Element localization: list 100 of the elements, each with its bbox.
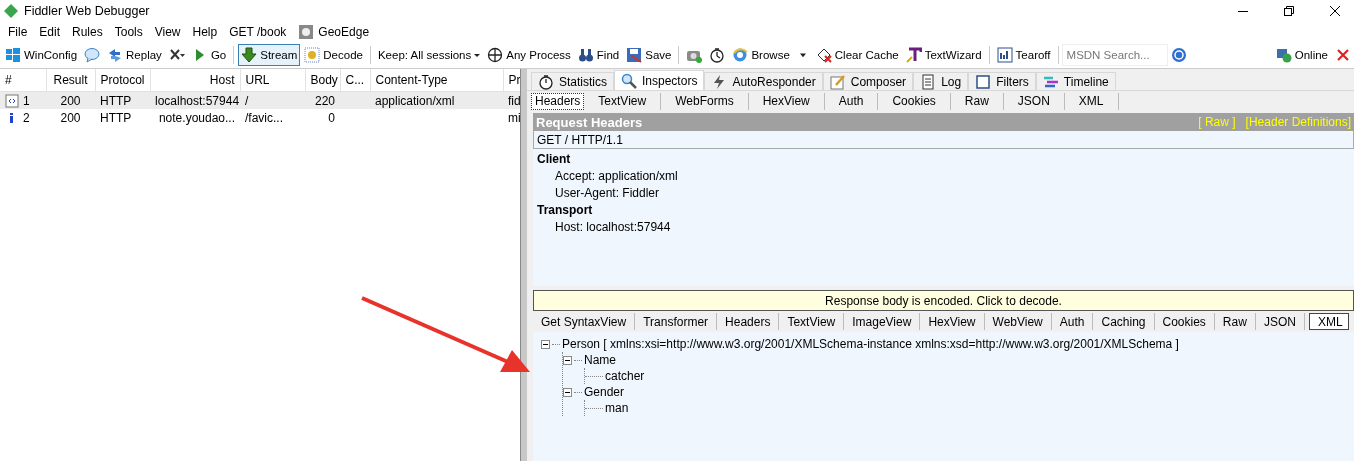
inspector-tab[interactable]: Cookies <box>1154 313 1215 330</box>
crosshair-icon <box>487 47 504 63</box>
xml-file-icon <box>5 93 19 108</box>
binoculars-icon <box>577 47 594 63</box>
inspector-tab[interactable]: Headers <box>531 92 585 110</box>
column-header[interactable]: Body <box>305 69 340 92</box>
down-arrow-icon <box>241 47 258 63</box>
inspector-tab[interactable]: XML <box>1064 92 1119 110</box>
inspector-tab[interactable]: ImageView <box>844 313 921 330</box>
inspector-tab[interactable]: Transformer <box>635 313 718 330</box>
header-value: Host: localhost:57944 <box>554 220 672 234</box>
table-cell: 0 <box>328 110 335 125</box>
tab[interactable]: Log <box>913 72 969 90</box>
column-header[interactable]: URL <box>240 69 305 92</box>
collapse-icon[interactable] <box>563 355 572 365</box>
toolbar-button[interactable]: Clear Cache <box>812 44 902 66</box>
session-row[interactable]: 1 200 HTTP localhost:57944 / 220 application/xml fid <box>0 91 520 109</box>
column-header[interactable]: Protocol <box>95 69 150 92</box>
inspector-tab[interactable]: Auth <box>824 92 879 110</box>
menu-item[interactable]: Help <box>186 25 224 39</box>
maximize-icon[interactable] <box>1284 6 1294 16</box>
menu-item[interactable]: GET /book <box>223 25 293 39</box>
decode-banner[interactable]: Response body is encoded. Click to decode. <box>533 290 1354 311</box>
minimize-icon[interactable] <box>1238 10 1248 12</box>
tab[interactable]: AutoResponder <box>704 72 823 90</box>
toolbar-button[interactable]: Replay <box>104 44 165 66</box>
inspector-tab[interactable]: HexView <box>920 313 985 330</box>
inspector-tab[interactable]: Raw <box>1214 313 1256 330</box>
menu-item[interactable]: Tools <box>108 25 149 39</box>
column-header[interactable]: Content-Type <box>370 69 503 92</box>
window-title: Fiddler Web Debugger <box>24 4 150 18</box>
inspector-tab[interactable]: Raw <box>950 92 1004 110</box>
menu-item[interactable]: Edit <box>33 25 67 39</box>
header-group: Client <box>537 152 1354 166</box>
toolbar-button[interactable]: Find <box>574 44 623 66</box>
menu-item[interactable]: Rules <box>66 25 109 39</box>
toolbar-button[interactable]: Browse <box>729 44 793 66</box>
close-icon[interactable] <box>1330 6 1340 16</box>
collapse-icon[interactable] <box>541 339 550 349</box>
table-cell: HTTP <box>100 110 132 125</box>
inspector-tab[interactable]: TextView <box>584 92 662 110</box>
help-icon <box>1170 47 1187 63</box>
table-cell: localhost:57944 <box>155 93 240 108</box>
toolbar-dropdown[interactable]: Keep: All sessions <box>374 46 484 64</box>
toolbar-button[interactable]: WinConfig <box>2 44 81 66</box>
inspector-tab[interactable]: HexView <box>748 92 825 110</box>
pencil-form-icon <box>829 73 846 90</box>
inspector-tab[interactable]: WebView <box>984 313 1052 330</box>
toolbar-toggle[interactable]: Decode <box>301 44 366 66</box>
table-cell: application/xml <box>375 93 455 108</box>
tab[interactable]: Inspectors <box>614 70 705 90</box>
menu-item[interactable]: File <box>2 25 34 39</box>
inspector-tab[interactable]: Auth <box>1051 313 1094 330</box>
table-cell: 200 <box>60 110 81 125</box>
toolbar-button[interactable]: Tearoff <box>993 44 1054 66</box>
xml-node[interactable]: Gender <box>584 385 625 399</box>
windows-icon <box>5 47 21 63</box>
column-header[interactable]: # <box>0 69 46 92</box>
collapse-icon[interactable] <box>563 387 572 397</box>
inspector-tab[interactable]: JSON <box>1255 313 1305 330</box>
toolbar-button[interactable]: Any Process <box>484 44 574 66</box>
inspector-tab[interactable]: Get SyntaxView <box>533 313 636 330</box>
table-cell: / <box>245 93 249 108</box>
xml-node[interactable]: man <box>605 401 629 415</box>
inspector-tab[interactable]: Cookies <box>878 92 951 110</box>
inspector-tab[interactable]: XML <box>1308 313 1349 330</box>
toolbar-button[interactable]: Go <box>188 44 230 66</box>
column-header[interactable]: Result <box>46 69 95 92</box>
toolbar-button[interactable]: Online <box>1272 44 1331 66</box>
toolbar-button[interactable]: TextWizard <box>902 44 985 66</box>
tab[interactable]: Timeline <box>1035 72 1116 90</box>
tab[interactable]: Filters <box>968 72 1036 90</box>
column-header[interactable]: C... <box>340 69 370 92</box>
xml-node[interactable]: Name <box>584 353 616 367</box>
stopwatch-icon <box>538 73 554 90</box>
header-value: Accept: application/xml <box>554 169 679 183</box>
table-cell: mi <box>508 110 520 125</box>
menu-item[interactable]: GeoEdge <box>318 25 370 39</box>
table-cell: 220 <box>314 93 335 108</box>
menu-item[interactable]: View <box>148 25 187 39</box>
inspector-tab[interactable]: Headers <box>717 313 780 330</box>
inspector-tab[interactable]: WebForms <box>661 92 749 110</box>
xml-node[interactable]: Person [ xmlns:xsi=http://www.w3.org/2001/XMLSchema-instance xmlns:xsd=http://www.w3.org/2001/XMLSchema ] <box>562 337 1179 351</box>
inspector-tab[interactable]: TextView <box>779 313 845 330</box>
toolbar-toggle[interactable]: Stream <box>238 44 301 66</box>
close-icon <box>1335 47 1351 63</box>
table-cell: fid <box>508 93 520 108</box>
inspector-tab[interactable]: Caching <box>1093 313 1155 330</box>
speech-bubble-icon <box>84 47 101 63</box>
xml-node[interactable]: catcher <box>605 369 645 383</box>
table-cell: 2 <box>23 110 30 125</box>
inspector-tab[interactable]: JSON <box>1003 92 1065 110</box>
section-title: Request Headers <box>536 114 643 130</box>
toolbar-button[interactable]: Save <box>623 44 675 66</box>
column-header[interactable]: Host <box>150 69 240 92</box>
tab[interactable]: Statistics <box>531 72 614 90</box>
search-field[interactable]: MSDN Search... <box>1062 45 1167 65</box>
session-row[interactable]: 2 200 HTTP note.youdao... /favic... 0 mi <box>0 109 520 126</box>
tab[interactable]: Composer <box>822 72 914 90</box>
table-cell: HTTP <box>100 93 132 108</box>
